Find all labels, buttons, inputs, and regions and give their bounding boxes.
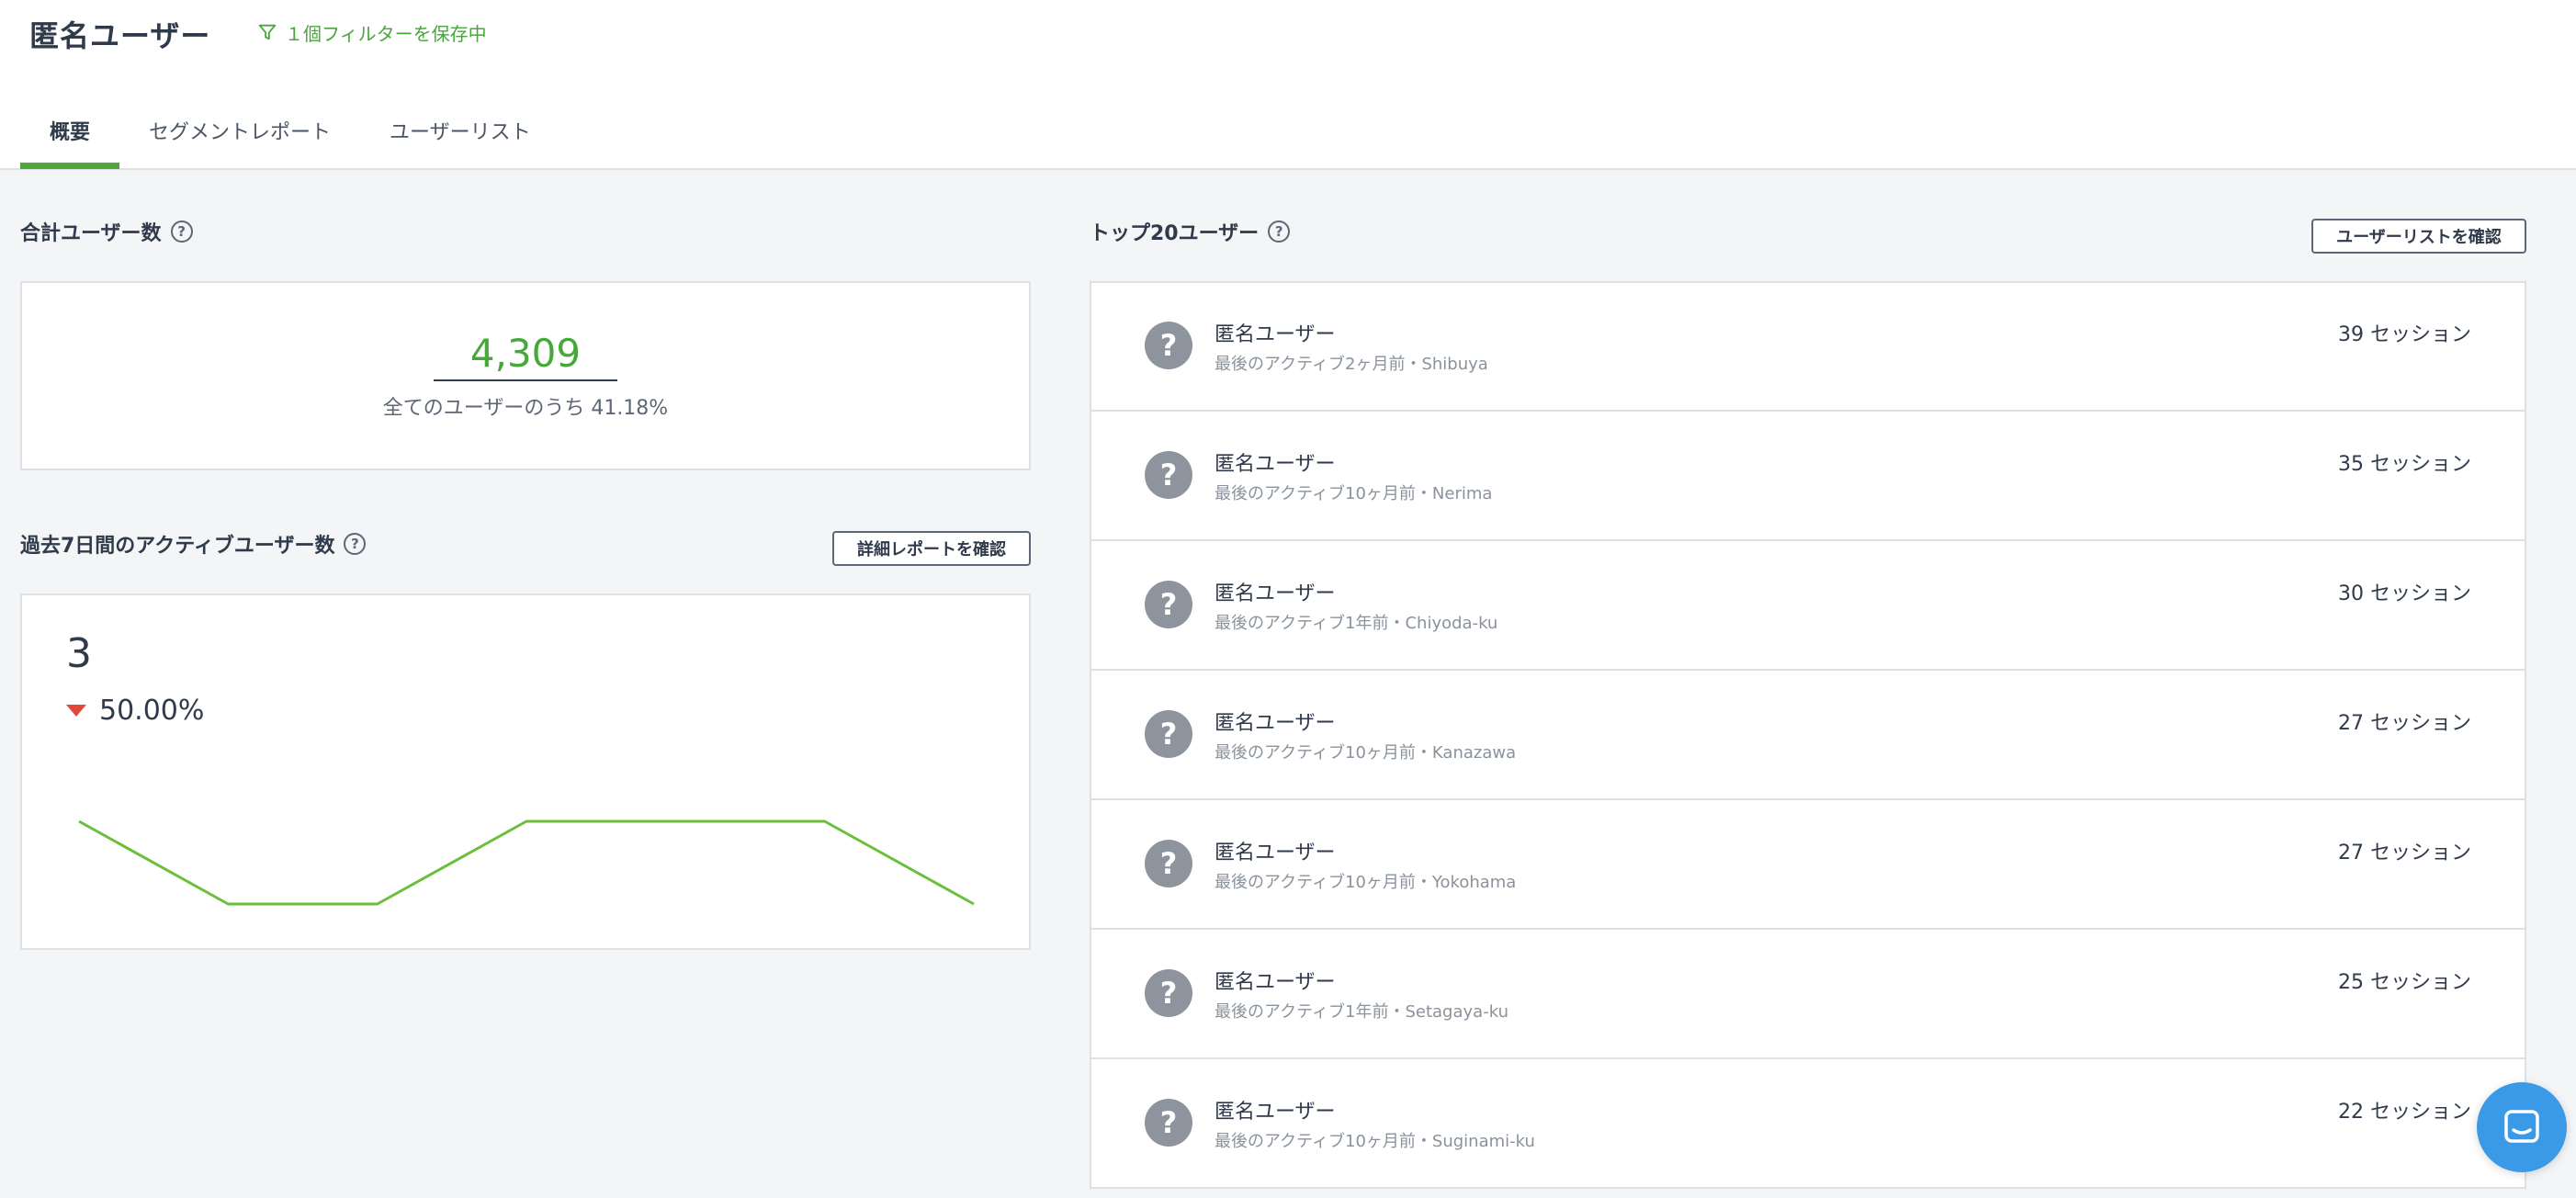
question-mark-avatar-icon: ? <box>1145 451 1192 499</box>
user-name: 匿名ユーザー <box>1215 712 1336 735</box>
total-users-title-text: 合計ユーザー数 <box>20 222 162 245</box>
user-name: 匿名ユーザー <box>1215 842 1336 865</box>
page-header: 匿名ユーザー １個フィルターを保存中 概要 セグメントレポート ユーザーリスト <box>0 0 2576 170</box>
top-user-row[interactable]: ? 匿名ユーザー最後のアクティブ2ヶ月前・Shibuya 39 セッション <box>1091 283 2525 412</box>
user-name: 匿名ユーザー <box>1215 582 1336 605</box>
page-title: 匿名ユーザー <box>29 18 211 53</box>
total-users-value-wrap: 4,309 <box>22 331 1029 381</box>
top-user-row[interactable]: ? 匿名ユーザー最後のアクティブ10ヶ月前・Kanazawa 27 セッション <box>1091 672 2525 800</box>
top-users-list: ? 匿名ユーザー 最後のアクティブ2ヶ月前・Shibuya 39 セッション? 匿名ユー… <box>1090 281 2526 1189</box>
chat-icon <box>2504 1110 2539 1143</box>
user-name: 匿名ユーザー <box>1215 323 1336 346</box>
help-icon[interactable]: ? <box>344 533 367 555</box>
user-session-count: 27 セッション <box>2338 712 2471 735</box>
total-users-card: 4,309 全てのユーザーのうち 41.18% <box>20 281 1031 470</box>
user-name: 匿名ユーザー <box>1215 453 1336 476</box>
chat-widget-button[interactable] <box>2477 1082 2567 1172</box>
help-icon[interactable]: ? <box>1268 220 1291 243</box>
user-last-active: 最後のアクティブ10ヶ月前・Kanazawa <box>1215 743 1517 763</box>
sparkline-series-line <box>78 819 975 906</box>
active-users-title: 過去7日間のアクティブユーザー数 ? <box>20 529 367 559</box>
question-mark-avatar-icon: ? <box>1145 581 1192 628</box>
total-users-subtitle: 全てのユーザーのうち 41.18% <box>382 397 669 420</box>
user-session-count: 27 セッション <box>2338 842 2471 865</box>
view-user-list-button[interactable]: ユーザーリストを確認 <box>2311 219 2526 254</box>
total-users-value: 4,309 <box>433 331 618 381</box>
tab-overview[interactable]: 概要 <box>20 103 120 169</box>
user-session-count: 39 セッション <box>2338 323 2471 346</box>
top-user-row[interactable]: ? 匿名ユーザー最後のアクティブ10ヶ月前・Suginami-ku 22 セッション <box>1091 1060 2525 1187</box>
tab-segment-report[interactable]: セグメントレポート <box>119 103 360 169</box>
question-mark-avatar-icon: ? <box>1145 969 1192 1017</box>
user-last-active: 最後のアクティブ1年前・Setagaya-ku <box>1215 1002 1508 1022</box>
top-users-title-text: トップ20ユーザー <box>1090 222 1260 245</box>
tab-user-list[interactable]: ユーザーリスト <box>360 103 560 169</box>
filter-icon <box>258 24 277 40</box>
help-icon[interactable]: ? <box>170 220 193 243</box>
active-users-sparkline <box>78 819 975 906</box>
user-last-active: 最後のアクティブ10ヶ月前・Yokohama <box>1215 873 1517 892</box>
saved-filter-link[interactable]: １個フィルターを保存中 <box>257 18 487 46</box>
user-last-active: 最後のアクティブ10ヶ月前・Nerima <box>1215 484 1493 503</box>
question-mark-avatar-icon: ? <box>1145 710 1192 758</box>
saved-filter-label: １個フィルターを保存中 <box>285 22 487 45</box>
top-user-row[interactable]: ? 匿名ユーザー最後のアクティブ1年前・Setagaya-ku 25 セッション <box>1091 931 2525 1059</box>
user-session-count: 22 セッション <box>2338 1101 2471 1124</box>
top-users-title: トップ20ユーザー ? <box>1090 217 1291 246</box>
top-user-row[interactable]: ? 匿名ユーザー最後のアクティブ1年前・Chiyoda-ku 30 セッション <box>1091 542 2525 671</box>
user-last-active: 最後のアクティブ10ヶ月前・Suginami-ku <box>1215 1132 1535 1151</box>
user-last-active: 最後のアクティブ2ヶ月前・Shibuya <box>1215 355 1488 374</box>
top-user-row[interactable]: ? 匿名ユーザー最後のアクティブ10ヶ月前・Yokohama 27 セッション <box>1091 801 2525 930</box>
user-session-count: 35 セッション <box>2338 453 2471 476</box>
user-last-active: 最後のアクティブ1年前・Chiyoda-ku <box>1215 614 1498 633</box>
user-name: 匿名ユーザー <box>1215 971 1336 994</box>
question-mark-avatar-icon: ? <box>1145 1099 1192 1147</box>
view-detail-report-button[interactable]: 詳細レポートを確認 <box>832 531 1031 566</box>
tab-bar: 概要 セグメントレポート ユーザーリスト <box>20 103 560 169</box>
active-users-title-text: 過去7日間のアクティブユーザー数 <box>20 535 335 558</box>
user-session-count: 25 セッション <box>2338 971 2471 994</box>
top-user-row[interactable]: ? 匿名ユーザー最後のアクティブ10ヶ月前・Nerima 35 セッション <box>1091 413 2525 541</box>
total-users-title: 合計ユーザー数 ? <box>20 217 193 246</box>
question-mark-avatar-icon: ? <box>1145 322 1192 369</box>
question-mark-avatar-icon: ? <box>1145 840 1192 887</box>
active-users-card: 3 50.00% <box>20 593 1031 950</box>
user-session-count: 30 セッション <box>2338 582 2471 605</box>
user-name: 匿名ユーザー <box>1215 1101 1336 1124</box>
